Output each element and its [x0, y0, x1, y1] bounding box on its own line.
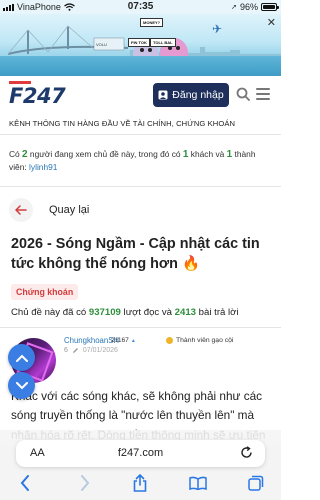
search-icon[interactable]	[236, 87, 250, 101]
edit-count: 6	[64, 347, 68, 354]
post-date: 07/01/2026	[82, 347, 118, 354]
viewing-text: Có	[9, 149, 23, 159]
banner-sign: MONEY?	[140, 18, 164, 27]
reputation-value: 21167	[111, 337, 129, 344]
back-arrow-icon	[9, 198, 33, 222]
stats-text: bài trả lời	[196, 307, 239, 318]
chevron-down-icon	[15, 381, 28, 389]
read-count: 937109	[88, 307, 121, 318]
fire-icon: 🔥	[181, 256, 200, 272]
member-title: Thành viên gạo cội	[176, 337, 234, 344]
member-rank: Thành viên gạo cội	[166, 337, 233, 344]
airplane-icon: ✈	[212, 22, 223, 36]
scroll-up-button[interactable]	[8, 344, 35, 371]
banner-sign: FIN TOK	[128, 38, 150, 47]
browser-nav	[0, 474, 281, 494]
logo-text: F247	[9, 84, 66, 108]
site-header: F247 Đăng nhập	[0, 76, 281, 118]
water-illustration	[0, 56, 281, 76]
hamburger-menu-icon[interactable]	[256, 88, 270, 100]
back-button[interactable]: Quay lại	[9, 198, 89, 222]
post-meta: 6 07/01/2026	[64, 347, 118, 354]
battery-group: ➚ 96%	[231, 2, 279, 12]
browser-toolbar: AA f247.com	[0, 430, 281, 500]
viewing-text: người đang xem chủ đề này, trong đó có	[27, 149, 183, 159]
chevron-up-icon	[15, 354, 28, 362]
reputation-badge: 21167 ▲	[111, 337, 136, 344]
url-text[interactable]: f247.com	[16, 447, 265, 459]
status-bar: VinaPhone 07:35 ➚ 96%	[0, 0, 281, 14]
viewer-username[interactable]: lylinh91	[29, 162, 57, 172]
battery-icon	[261, 3, 279, 11]
stats-text: lượt đọc và	[120, 307, 175, 318]
divider	[0, 186, 281, 187]
share-icon[interactable]	[131, 474, 149, 492]
svg-text:VOLU: VOLU	[96, 42, 107, 47]
viewing-text: khách và	[188, 149, 227, 159]
scroll-down-button[interactable]	[8, 372, 35, 399]
back-nav-icon[interactable]	[16, 474, 34, 492]
reply-count: 2413	[174, 307, 197, 318]
category-badge[interactable]: Chứng khoán	[11, 284, 79, 300]
battery-fill	[263, 5, 275, 9]
battery-percent: 96%	[239, 2, 258, 12]
tabs-icon[interactable]	[247, 474, 265, 492]
logo-accent	[9, 81, 31, 84]
address-bar[interactable]: AA f247.com	[16, 440, 265, 467]
location-icon: ➚	[231, 4, 237, 11]
forward-nav-icon[interactable]	[76, 474, 94, 492]
site-logo[interactable]: F247	[9, 81, 66, 108]
rank-icon	[166, 337, 173, 344]
topic-title: 2026 - Sóng Ngầm - Cập nhật các tin tức …	[11, 234, 273, 274]
login-button[interactable]: Đăng nhập	[153, 83, 229, 107]
stats-text: Chủ đề này đã có	[11, 307, 89, 318]
user-icon	[158, 90, 168, 100]
topic-title-text: 2026 - Sóng Ngầm - Cập nhật các tin tức …	[11, 236, 260, 272]
topic-stats: Chủ đề này đã có 937109 lượt đọc và 2413…	[11, 307, 239, 318]
reload-icon[interactable]	[240, 446, 253, 459]
site-tagline: KÊNH THÔNG TIN HÀNG ĐẦU VỀ TÀI CHÍNH, CH…	[9, 119, 236, 128]
reputation-icon: ▲	[130, 337, 136, 344]
viewing-notice: Có 2 người đang xem chủ đề này, trong đó…	[9, 148, 274, 174]
pencil-icon[interactable]	[72, 347, 79, 354]
bookmarks-icon[interactable]	[189, 474, 207, 492]
divider	[0, 327, 281, 328]
close-icon[interactable]: ✕	[267, 16, 276, 29]
back-label: Quay lại	[49, 204, 90, 216]
login-label: Đăng nhập	[172, 89, 224, 101]
banner-sign: TOLL BAL	[150, 38, 176, 47]
ad-banner[interactable]: VOLU MONEY? FIN TOK TOLL BAL ✈ ✕	[0, 14, 281, 76]
divider	[0, 134, 281, 135]
